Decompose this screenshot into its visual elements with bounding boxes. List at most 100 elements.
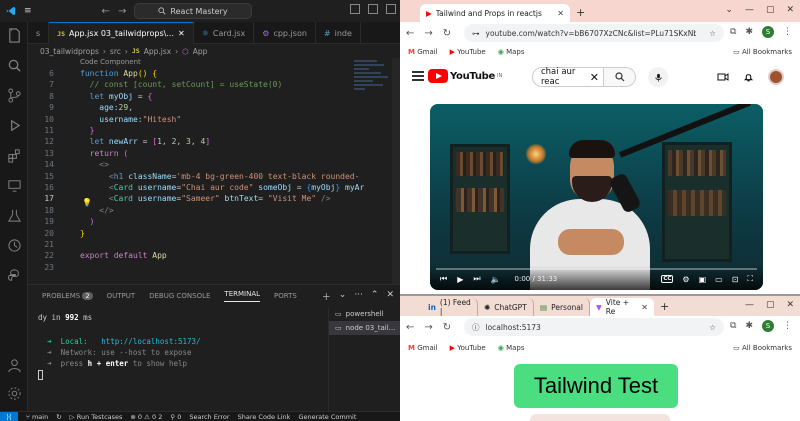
- code-line[interactable]: 11 }: [28, 125, 400, 136]
- tab-app-jsx[interactable]: JS App.jsx 03_tailwidprops\... ✕: [49, 22, 194, 44]
- code-line[interactable]: 13 return (: [28, 148, 400, 159]
- terminal-item-node[interactable]: ▭ node 03_tail...: [329, 321, 400, 335]
- command-center-search[interactable]: React Mastery: [134, 3, 252, 19]
- chevron-down-icon[interactable]: ⌄: [725, 5, 733, 15]
- code-line[interactable]: 10 username:"Hitesh": [28, 114, 400, 125]
- editor-scrollbar[interactable]: [392, 58, 400, 284]
- bookmark-star-icon[interactable]: ☆: [709, 323, 716, 332]
- localhost-link[interactable]: http://localhost:5173/: [101, 337, 200, 346]
- bookmark-maps[interactable]: ◉ Maps: [498, 344, 525, 352]
- forward-icon[interactable]: →: [424, 28, 432, 39]
- new-tab-icon[interactable]: +: [576, 6, 585, 19]
- previous-icon[interactable]: ⏮: [440, 274, 447, 284]
- minimize-icon[interactable]: —: [745, 300, 754, 310]
- maximize-icon[interactable]: ⌃: [371, 290, 379, 303]
- minimap[interactable]: [354, 58, 392, 108]
- breadcrumb-symbol[interactable]: App: [193, 47, 208, 56]
- forward-arrow-icon[interactable]: →: [118, 6, 126, 17]
- bookmark-star-icon[interactable]: ☆: [709, 29, 716, 38]
- account-icon[interactable]: [7, 358, 22, 373]
- avatar[interactable]: [768, 69, 784, 85]
- menu-icon[interactable]: ≡: [24, 6, 32, 16]
- minimize-icon[interactable]: —: [745, 5, 754, 15]
- notifications-bell-icon[interactable]: [743, 72, 754, 83]
- play-icon[interactable]: ▶: [457, 275, 463, 284]
- code-line[interactable]: 23: [28, 262, 400, 273]
- live-share-icon[interactable]: [7, 238, 22, 253]
- bookmark-gmail[interactable]: M Gmail: [408, 344, 438, 352]
- problems-status[interactable]: ⊗ 0 ⚠ 0 2: [130, 413, 162, 421]
- video-player[interactable]: ⏮ ▶ ⏭ 🔈 0:00 / 31:33 CC ⚙ ▣ ▭ ⊡ ⛶: [430, 104, 763, 290]
- explorer-icon[interactable]: [7, 28, 22, 43]
- site-info-icon[interactable]: ⊶: [472, 29, 480, 38]
- tab-ports[interactable]: PORTS: [274, 292, 297, 300]
- branch-status[interactable]: ⑂ main: [26, 413, 48, 421]
- close-icon[interactable]: ✕: [178, 29, 185, 38]
- code-line[interactable]: 8 let myObj = {: [28, 91, 400, 102]
- voice-search-icon[interactable]: [648, 67, 668, 87]
- code-line[interactable]: 20}: [28, 228, 400, 239]
- tab-problems[interactable]: PROBLEMS 2: [42, 292, 93, 300]
- layout-panel-icon[interactable]: [350, 4, 360, 14]
- close-window-icon[interactable]: ✕: [786, 5, 794, 15]
- tab-cpp-json[interactable]: ⚙ cpp.json: [254, 22, 316, 44]
- settings-gear-icon[interactable]: [7, 386, 22, 401]
- tab-card-jsx[interactable]: ⚛ Card.jsx: [194, 22, 255, 44]
- layout-split-icon[interactable]: [386, 4, 396, 14]
- reload-icon[interactable]: ↻: [443, 322, 451, 333]
- close-icon[interactable]: ✕: [386, 290, 394, 303]
- run-debug-icon[interactable]: [7, 118, 22, 133]
- code-line[interactable]: 16 <Card username="Chai aur code" someOb…: [28, 182, 400, 193]
- extensions-icon[interactable]: [7, 148, 22, 163]
- code-line[interactable]: 14 <>: [28, 159, 400, 170]
- search-error-status[interactable]: Search Error: [189, 413, 229, 421]
- chevron-down-icon[interactable]: ⌄: [339, 290, 347, 303]
- tab-vite[interactable]: ▼ Vite + Re ✕: [590, 298, 654, 316]
- clear-search-icon[interactable]: ✕: [590, 71, 599, 84]
- tab-personal[interactable]: ▤ Personal: [534, 298, 590, 316]
- terminal-output[interactable]: dy in 992 ms ➜ Local: http://localhost:5…: [38, 313, 328, 409]
- code-line[interactable]: 19 ): [28, 216, 400, 227]
- breadcrumb-src[interactable]: src: [110, 47, 121, 56]
- menu-dots-icon[interactable]: ⋮: [783, 321, 792, 331]
- address-bar[interactable]: ⓘ localhost:5173 ☆: [464, 318, 724, 336]
- sync-icon[interactable]: ↻: [56, 413, 61, 421]
- site-info-icon[interactable]: ⓘ: [472, 322, 480, 333]
- tab-debug-console[interactable]: DEBUG CONSOLE: [149, 292, 210, 300]
- miniplayer-icon[interactable]: ▣: [699, 275, 707, 284]
- ports-status[interactable]: ⚲ 0: [170, 413, 181, 421]
- create-video-icon[interactable]: [717, 72, 729, 82]
- back-icon[interactable]: ←: [406, 28, 414, 39]
- all-bookmarks[interactable]: ▭ All Bookmarks: [733, 48, 792, 56]
- python-icon[interactable]: [7, 268, 22, 283]
- bookmark-maps[interactable]: ◉ Maps: [498, 48, 525, 56]
- code-line[interactable]: 9 age:29,: [28, 102, 400, 113]
- close-tab-icon[interactable]: ✕: [641, 303, 648, 312]
- tab-output[interactable]: OUTPUT: [107, 292, 136, 300]
- code-editor[interactable]: Code Component 6 function App() {7 // con…: [28, 58, 400, 284]
- extensions-icon[interactable]: ⧉: [730, 321, 736, 331]
- breadcrumb-folder[interactable]: 03_tailwidprops: [40, 47, 99, 56]
- tab-youtube[interactable]: ▶ Tailwind and Props in reactjs ✕: [420, 4, 570, 22]
- fullscreen-icon[interactable]: ⛶: [747, 274, 753, 284]
- source-control-icon[interactable]: [7, 88, 22, 103]
- tab-chatgpt[interactable]: ✺ ChatGPT: [478, 298, 534, 316]
- search-button[interactable]: [604, 67, 636, 87]
- layout-sidebar-icon[interactable]: [368, 4, 378, 14]
- volume-icon[interactable]: 🔈: [491, 275, 501, 284]
- code-line[interactable]: 21: [28, 239, 400, 250]
- bookmark-youtube[interactable]: ▶ YouTube: [450, 48, 486, 56]
- codelens[interactable]: Code Component: [80, 58, 141, 66]
- code-line[interactable]: 12 let newArr = [1, 2, 3, 4]: [28, 136, 400, 147]
- profile-avatar[interactable]: S: [762, 26, 774, 38]
- forward-icon[interactable]: →: [424, 322, 432, 333]
- bookmark-gmail[interactable]: M Gmail: [408, 48, 438, 56]
- back-arrow-icon[interactable]: ←: [102, 6, 110, 17]
- next-icon[interactable]: ⏭: [473, 274, 480, 284]
- breadcrumb-file[interactable]: App.jsx: [144, 47, 171, 56]
- youtube-search-input[interactable]: chai aur reac ✕: [532, 67, 604, 87]
- theater-icon[interactable]: ▭: [715, 275, 723, 284]
- vscode-logo-icon[interactable]: [6, 6, 16, 16]
- close-window-icon[interactable]: ✕: [786, 300, 794, 310]
- tab-prev[interactable]: s: [28, 22, 50, 44]
